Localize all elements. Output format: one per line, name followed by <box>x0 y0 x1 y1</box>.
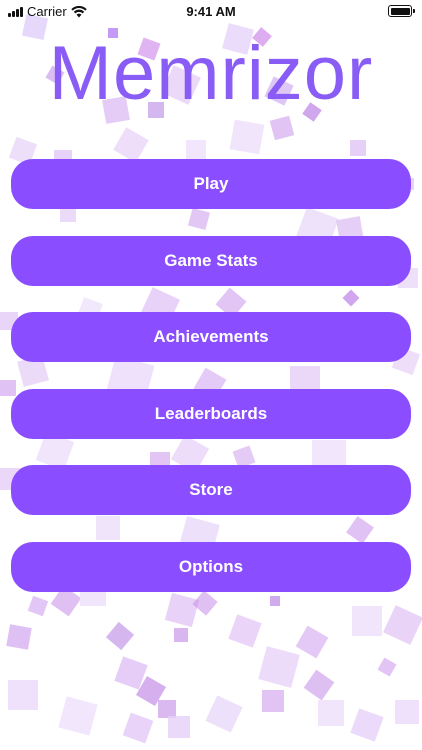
status-time: 9:41 AM <box>186 4 236 19</box>
battery-icon <box>388 5 415 17</box>
leaderboards-button[interactable]: Leaderboards <box>11 388 411 439</box>
options-button[interactable]: Options <box>11 541 411 592</box>
game-stats-button[interactable]: Game Stats <box>11 235 411 286</box>
play-button[interactable]: Play <box>11 159 411 209</box>
status-bar: Carrier 9:41 AM <box>0 0 422 24</box>
main-menu: Play Game Stats Achievements Leaderboard… <box>11 159 411 618</box>
status-right <box>388 5 415 17</box>
achievements-button[interactable]: Achievements <box>11 312 411 362</box>
store-button[interactable]: Store <box>11 465 411 515</box>
app-title: Memrizor <box>48 31 374 116</box>
